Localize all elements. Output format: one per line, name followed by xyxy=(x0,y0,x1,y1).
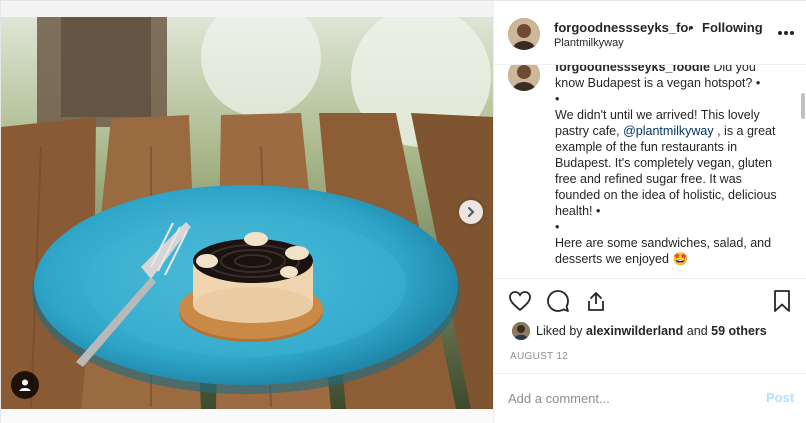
next-image-button[interactable] xyxy=(459,200,483,224)
mention-link[interactable]: @plantmilkyway xyxy=(623,124,714,138)
top-strip xyxy=(1,1,493,17)
action-bar xyxy=(494,281,806,321)
tagged-users-button[interactable] xyxy=(11,371,39,399)
location-link[interactable]: Plantmilkyway xyxy=(554,37,624,49)
share-button[interactable] xyxy=(584,289,610,315)
caption-bullet: • xyxy=(555,220,560,234)
share-icon xyxy=(588,292,604,311)
caption-bullet: • xyxy=(555,92,560,106)
post-comment-button[interactable]: Post xyxy=(766,390,794,405)
like-button[interactable] xyxy=(508,289,534,315)
caption-text: , is a great example of the fun restaura… xyxy=(555,124,777,218)
user-icon xyxy=(19,379,31,391)
save-button[interactable] xyxy=(770,289,796,315)
comments-scrollbar[interactable] xyxy=(799,65,806,279)
likes-prefix: Liked by xyxy=(536,324,583,338)
header-separator: • xyxy=(689,20,694,35)
caption-text: Here are some sandwiches, salad, and des… xyxy=(555,236,772,266)
comment-button[interactable] xyxy=(546,289,572,315)
post-caption: forgoodnessseyks_foodie Did you know Bud… xyxy=(555,65,781,267)
likes-others-link[interactable]: 59 others xyxy=(711,324,767,338)
avatar-image xyxy=(512,322,530,340)
likes-text: Liked by alexinwilderland and 59 others xyxy=(536,324,767,338)
bookmark-icon xyxy=(774,290,790,312)
instagram-post: forgoodnessseyks_foodie • Following Plan… xyxy=(0,0,806,423)
post-header: forgoodnessseyks_foodie • Following Plan… xyxy=(494,1,806,65)
comments-area: forgoodnessseyks_foodie Did you know Bud… xyxy=(494,65,806,279)
more-icon[interactable] xyxy=(776,23,796,43)
header-username[interactable]: forgoodnessseyks_foodie xyxy=(554,20,690,35)
heart-icon xyxy=(509,291,531,312)
post-image[interactable] xyxy=(1,17,493,409)
avatar[interactable] xyxy=(508,65,540,91)
caption-username[interactable]: forgoodnessseyks_foodie xyxy=(555,65,710,74)
liker-username[interactable]: alexinwilderland xyxy=(586,324,683,338)
food-photo xyxy=(1,17,493,409)
likes-summary: Liked by alexinwilderland and 59 others xyxy=(494,319,806,343)
star-struck-emoji: 🤩 xyxy=(672,252,689,266)
avatar[interactable] xyxy=(508,18,540,50)
bottom-strip xyxy=(1,409,493,423)
comment-input[interactable] xyxy=(508,388,748,408)
avatar[interactable] xyxy=(512,322,530,340)
post-date[interactable]: AUGUST 12 xyxy=(510,351,568,362)
comment-icon xyxy=(547,290,569,312)
avatar-image xyxy=(508,18,540,50)
chevron-right-icon xyxy=(468,207,475,217)
post-side-panel: forgoodnessseyks_foodie • Following Plan… xyxy=(493,1,806,423)
comment-form: Post xyxy=(494,373,806,423)
likes-and: and xyxy=(686,324,708,338)
following-button[interactable]: Following xyxy=(702,20,763,35)
avatar-image xyxy=(508,65,540,91)
